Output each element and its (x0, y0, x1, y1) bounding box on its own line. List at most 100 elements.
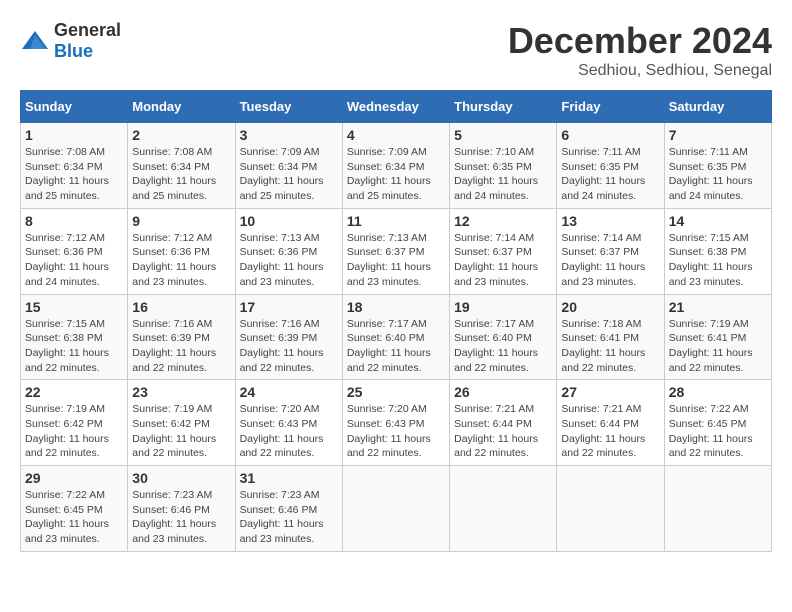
day-cell: 8 Sunrise: 7:12 AMSunset: 6:36 PMDayligh… (21, 208, 128, 294)
month-title: December 2024 (508, 20, 772, 62)
day-info: Sunrise: 7:21 AMSunset: 6:44 PMDaylight:… (454, 403, 538, 459)
week-row-3: 15 Sunrise: 7:15 AMSunset: 6:38 PMDaylig… (21, 294, 772, 380)
day-cell: 13 Sunrise: 7:14 AMSunset: 6:37 PMDaylig… (557, 208, 664, 294)
day-cell: 24 Sunrise: 7:20 AMSunset: 6:43 PMDaylig… (235, 380, 342, 466)
day-cell: 9 Sunrise: 7:12 AMSunset: 6:36 PMDayligh… (128, 208, 235, 294)
day-number: 19 (454, 299, 552, 315)
day-cell: 19 Sunrise: 7:17 AMSunset: 6:40 PMDaylig… (450, 294, 557, 380)
day-number: 13 (561, 213, 659, 229)
title-area: December 2024 Sedhiou, Sedhiou, Senegal (508, 20, 772, 80)
day-number: 18 (347, 299, 445, 315)
day-info: Sunrise: 7:12 AMSunset: 6:36 PMDaylight:… (132, 232, 216, 288)
header-row: SundayMondayTuesdayWednesdayThursdayFrid… (21, 91, 772, 123)
calendar-body: 1 Sunrise: 7:08 AMSunset: 6:34 PMDayligh… (21, 123, 772, 552)
day-cell (557, 466, 664, 552)
day-number: 5 (454, 127, 552, 143)
day-cell: 18 Sunrise: 7:17 AMSunset: 6:40 PMDaylig… (342, 294, 449, 380)
day-cell: 23 Sunrise: 7:19 AMSunset: 6:42 PMDaylig… (128, 380, 235, 466)
day-info: Sunrise: 7:08 AMSunset: 6:34 PMDaylight:… (25, 146, 109, 202)
day-info: Sunrise: 7:12 AMSunset: 6:36 PMDaylight:… (25, 232, 109, 288)
day-info: Sunrise: 7:09 AMSunset: 6:34 PMDaylight:… (240, 146, 324, 202)
day-number: 1 (25, 127, 123, 143)
week-row-2: 8 Sunrise: 7:12 AMSunset: 6:36 PMDayligh… (21, 208, 772, 294)
day-number: 4 (347, 127, 445, 143)
day-info: Sunrise: 7:17 AMSunset: 6:40 PMDaylight:… (347, 318, 431, 374)
page-header: General Blue December 2024 Sedhiou, Sedh… (20, 20, 772, 80)
day-cell: 4 Sunrise: 7:09 AMSunset: 6:34 PMDayligh… (342, 123, 449, 209)
day-cell: 7 Sunrise: 7:11 AMSunset: 6:35 PMDayligh… (664, 123, 771, 209)
day-info: Sunrise: 7:16 AMSunset: 6:39 PMDaylight:… (240, 318, 324, 374)
day-info: Sunrise: 7:08 AMSunset: 6:34 PMDaylight:… (132, 146, 216, 202)
logo-icon (20, 29, 50, 53)
day-cell: 2 Sunrise: 7:08 AMSunset: 6:34 PMDayligh… (128, 123, 235, 209)
day-info: Sunrise: 7:22 AMSunset: 6:45 PMDaylight:… (669, 403, 753, 459)
header-wednesday: Wednesday (342, 91, 449, 123)
header-monday: Monday (128, 91, 235, 123)
day-info: Sunrise: 7:15 AMSunset: 6:38 PMDaylight:… (669, 232, 753, 288)
calendar-header: SundayMondayTuesdayWednesdayThursdayFrid… (21, 91, 772, 123)
day-info: Sunrise: 7:11 AMSunset: 6:35 PMDaylight:… (669, 146, 753, 202)
day-info: Sunrise: 7:18 AMSunset: 6:41 PMDaylight:… (561, 318, 645, 374)
day-number: 30 (132, 470, 230, 486)
day-info: Sunrise: 7:10 AMSunset: 6:35 PMDaylight:… (454, 146, 538, 202)
day-cell: 28 Sunrise: 7:22 AMSunset: 6:45 PMDaylig… (664, 380, 771, 466)
day-info: Sunrise: 7:13 AMSunset: 6:37 PMDaylight:… (347, 232, 431, 288)
logo: General Blue (20, 20, 121, 62)
logo-general: General (54, 20, 121, 40)
day-number: 22 (25, 384, 123, 400)
day-cell: 11 Sunrise: 7:13 AMSunset: 6:37 PMDaylig… (342, 208, 449, 294)
day-cell: 29 Sunrise: 7:22 AMSunset: 6:45 PMDaylig… (21, 466, 128, 552)
day-cell: 6 Sunrise: 7:11 AMSunset: 6:35 PMDayligh… (557, 123, 664, 209)
day-cell: 16 Sunrise: 7:16 AMSunset: 6:39 PMDaylig… (128, 294, 235, 380)
header-saturday: Saturday (664, 91, 771, 123)
day-info: Sunrise: 7:17 AMSunset: 6:40 PMDaylight:… (454, 318, 538, 374)
day-number: 2 (132, 127, 230, 143)
day-number: 20 (561, 299, 659, 315)
day-info: Sunrise: 7:21 AMSunset: 6:44 PMDaylight:… (561, 403, 645, 459)
day-info: Sunrise: 7:19 AMSunset: 6:41 PMDaylight:… (669, 318, 753, 374)
day-info: Sunrise: 7:22 AMSunset: 6:45 PMDaylight:… (25, 489, 109, 545)
day-number: 14 (669, 213, 767, 229)
day-number: 24 (240, 384, 338, 400)
day-cell (450, 466, 557, 552)
day-number: 31 (240, 470, 338, 486)
day-info: Sunrise: 7:16 AMSunset: 6:39 PMDaylight:… (132, 318, 216, 374)
day-number: 25 (347, 384, 445, 400)
day-number: 10 (240, 213, 338, 229)
day-number: 8 (25, 213, 123, 229)
header-sunday: Sunday (21, 91, 128, 123)
day-cell: 14 Sunrise: 7:15 AMSunset: 6:38 PMDaylig… (664, 208, 771, 294)
day-info: Sunrise: 7:15 AMSunset: 6:38 PMDaylight:… (25, 318, 109, 374)
day-number: 15 (25, 299, 123, 315)
day-info: Sunrise: 7:19 AMSunset: 6:42 PMDaylight:… (25, 403, 109, 459)
day-info: Sunrise: 7:20 AMSunset: 6:43 PMDaylight:… (347, 403, 431, 459)
day-info: Sunrise: 7:13 AMSunset: 6:36 PMDaylight:… (240, 232, 324, 288)
day-number: 23 (132, 384, 230, 400)
day-number: 17 (240, 299, 338, 315)
day-info: Sunrise: 7:19 AMSunset: 6:42 PMDaylight:… (132, 403, 216, 459)
day-number: 9 (132, 213, 230, 229)
day-number: 27 (561, 384, 659, 400)
day-info: Sunrise: 7:23 AMSunset: 6:46 PMDaylight:… (240, 489, 324, 545)
day-cell: 22 Sunrise: 7:19 AMSunset: 6:42 PMDaylig… (21, 380, 128, 466)
week-row-5: 29 Sunrise: 7:22 AMSunset: 6:45 PMDaylig… (21, 466, 772, 552)
day-info: Sunrise: 7:20 AMSunset: 6:43 PMDaylight:… (240, 403, 324, 459)
day-number: 28 (669, 384, 767, 400)
header-tuesday: Tuesday (235, 91, 342, 123)
day-cell: 31 Sunrise: 7:23 AMSunset: 6:46 PMDaylig… (235, 466, 342, 552)
day-number: 6 (561, 127, 659, 143)
day-number: 7 (669, 127, 767, 143)
header-thursday: Thursday (450, 91, 557, 123)
day-cell: 30 Sunrise: 7:23 AMSunset: 6:46 PMDaylig… (128, 466, 235, 552)
day-info: Sunrise: 7:23 AMSunset: 6:46 PMDaylight:… (132, 489, 216, 545)
day-cell: 5 Sunrise: 7:10 AMSunset: 6:35 PMDayligh… (450, 123, 557, 209)
day-info: Sunrise: 7:11 AMSunset: 6:35 PMDaylight:… (561, 146, 645, 202)
day-cell: 20 Sunrise: 7:18 AMSunset: 6:41 PMDaylig… (557, 294, 664, 380)
day-cell: 3 Sunrise: 7:09 AMSunset: 6:34 PMDayligh… (235, 123, 342, 209)
day-number: 12 (454, 213, 552, 229)
day-cell: 17 Sunrise: 7:16 AMSunset: 6:39 PMDaylig… (235, 294, 342, 380)
day-cell: 27 Sunrise: 7:21 AMSunset: 6:44 PMDaylig… (557, 380, 664, 466)
day-cell (342, 466, 449, 552)
day-cell (664, 466, 771, 552)
day-number: 11 (347, 213, 445, 229)
